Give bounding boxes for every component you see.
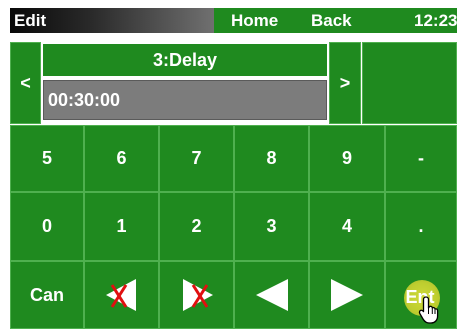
key-6[interactable]: 6 [84, 125, 159, 192]
clock-time: 12:23 [414, 11, 457, 30]
key-label: 8 [266, 148, 277, 168]
key-3[interactable]: 3 [234, 192, 309, 261]
key-label: 4 [341, 216, 352, 236]
cursor-right-button[interactable] [309, 261, 385, 329]
next-label: > [339, 72, 351, 93]
cancel-label: Can [29, 284, 64, 305]
value-text: 00:30:00 [48, 89, 121, 110]
key-label: 9 [341, 148, 352, 168]
key-label: . [418, 216, 424, 236]
key-9[interactable]: 9 [309, 125, 385, 192]
key-label: 3 [266, 216, 277, 236]
cursor-left-button[interactable] [234, 261, 309, 329]
previous-parameter-button[interactable]: < [10, 42, 41, 124]
key-label: 2 [191, 216, 202, 236]
key-4[interactable]: 4 [309, 192, 385, 261]
key-8[interactable]: 8 [234, 125, 309, 192]
cursor-right-arrow-icon [327, 277, 367, 313]
key-1[interactable]: 1 [84, 192, 159, 261]
key-label: 6 [116, 148, 127, 168]
key-0[interactable]: 0 [10, 192, 84, 261]
delete-left-button[interactable] [84, 261, 159, 329]
next-parameter-button[interactable]: > [329, 42, 361, 124]
cancel-button[interactable]: Can [10, 261, 84, 329]
key-label: 1 [116, 216, 127, 236]
hand-pointer-icon [418, 295, 444, 325]
back-button[interactable]: Back [311, 8, 352, 33]
delete-left-icon [100, 277, 144, 313]
value-field[interactable]: 00:30:00 [43, 80, 327, 120]
key-5[interactable]: 5 [10, 125, 84, 192]
page-title: Edit [14, 11, 47, 30]
edit-screen: Edit Home Back 12:23 < 3:Delay 00:30:00 … [0, 0, 457, 329]
cursor-left-arrow-icon [252, 277, 292, 313]
home-button[interactable]: Home [231, 8, 278, 33]
empty-panel [362, 42, 457, 124]
key-label: 7 [191, 148, 202, 168]
parameter-name: 3:Delay [43, 44, 327, 76]
previous-label: < [20, 72, 31, 93]
key-decimal[interactable]: . [385, 192, 457, 261]
key-2[interactable]: 2 [159, 192, 234, 261]
key-label: - [418, 148, 424, 168]
key-minus[interactable]: - [385, 125, 457, 192]
key-7[interactable]: 7 [159, 125, 234, 192]
delete-right-button[interactable] [159, 261, 234, 329]
delete-right-icon [175, 277, 219, 313]
key-label: 5 [41, 148, 52, 168]
key-label: 0 [41, 216, 52, 236]
